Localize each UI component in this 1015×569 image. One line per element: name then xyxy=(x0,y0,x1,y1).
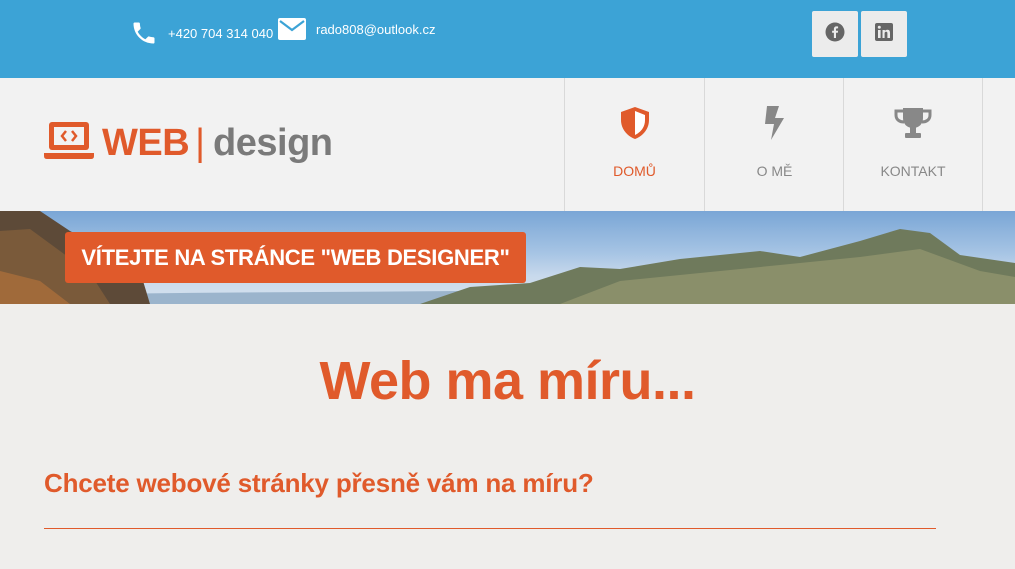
phone-icon xyxy=(130,18,158,48)
linkedin-icon xyxy=(875,22,893,46)
logo-web-text: WEB xyxy=(102,122,190,164)
nav-label-o-me: O MĚ xyxy=(756,163,793,179)
page-title: Web ma míru... xyxy=(319,351,696,411)
phone-number: +420 704 314 040 xyxy=(168,25,274,41)
site-logo[interactable]: WEB | design xyxy=(44,121,333,166)
top-contact-bar: +420 704 314 040 rado808@outlook.cz xyxy=(0,0,1015,78)
lightning-icon xyxy=(763,105,787,141)
nav-item-domu[interactable]: DOMŮ xyxy=(564,78,704,211)
logo-design-text: design xyxy=(213,122,333,164)
hero-banner: VÍTEJTE NA STRÁNCE "WEB DESIGNER" xyxy=(0,211,1015,304)
phone-contact[interactable]: +420 704 314 040 xyxy=(130,18,273,48)
page-subtitle: Chcete webové stránky přesně vám na míru… xyxy=(44,468,594,498)
nav-label-domu: DOMŮ xyxy=(613,163,656,179)
divider xyxy=(44,528,936,529)
email-contact[interactable]: rado808@outlook.cz xyxy=(278,18,435,40)
shield-icon xyxy=(619,105,651,141)
welcome-button[interactable]: VÍTEJTE NA STRÁNCE "WEB DESIGNER" xyxy=(65,232,526,283)
linkedin-button[interactable] xyxy=(861,11,907,57)
nav-item-o-me[interactable]: O MĚ xyxy=(704,78,844,211)
email-address: rado808@outlook.cz xyxy=(316,21,436,37)
logo-separator: | xyxy=(195,122,206,164)
facebook-icon xyxy=(825,22,845,47)
trophy-icon xyxy=(894,105,932,141)
facebook-button[interactable] xyxy=(812,11,858,57)
envelope-icon xyxy=(278,18,306,40)
nav-label-kontakt: KONTAKT xyxy=(880,163,946,179)
laptop-code-icon xyxy=(44,121,94,166)
nav-item-kontakt[interactable]: KONTAKT xyxy=(843,78,983,211)
